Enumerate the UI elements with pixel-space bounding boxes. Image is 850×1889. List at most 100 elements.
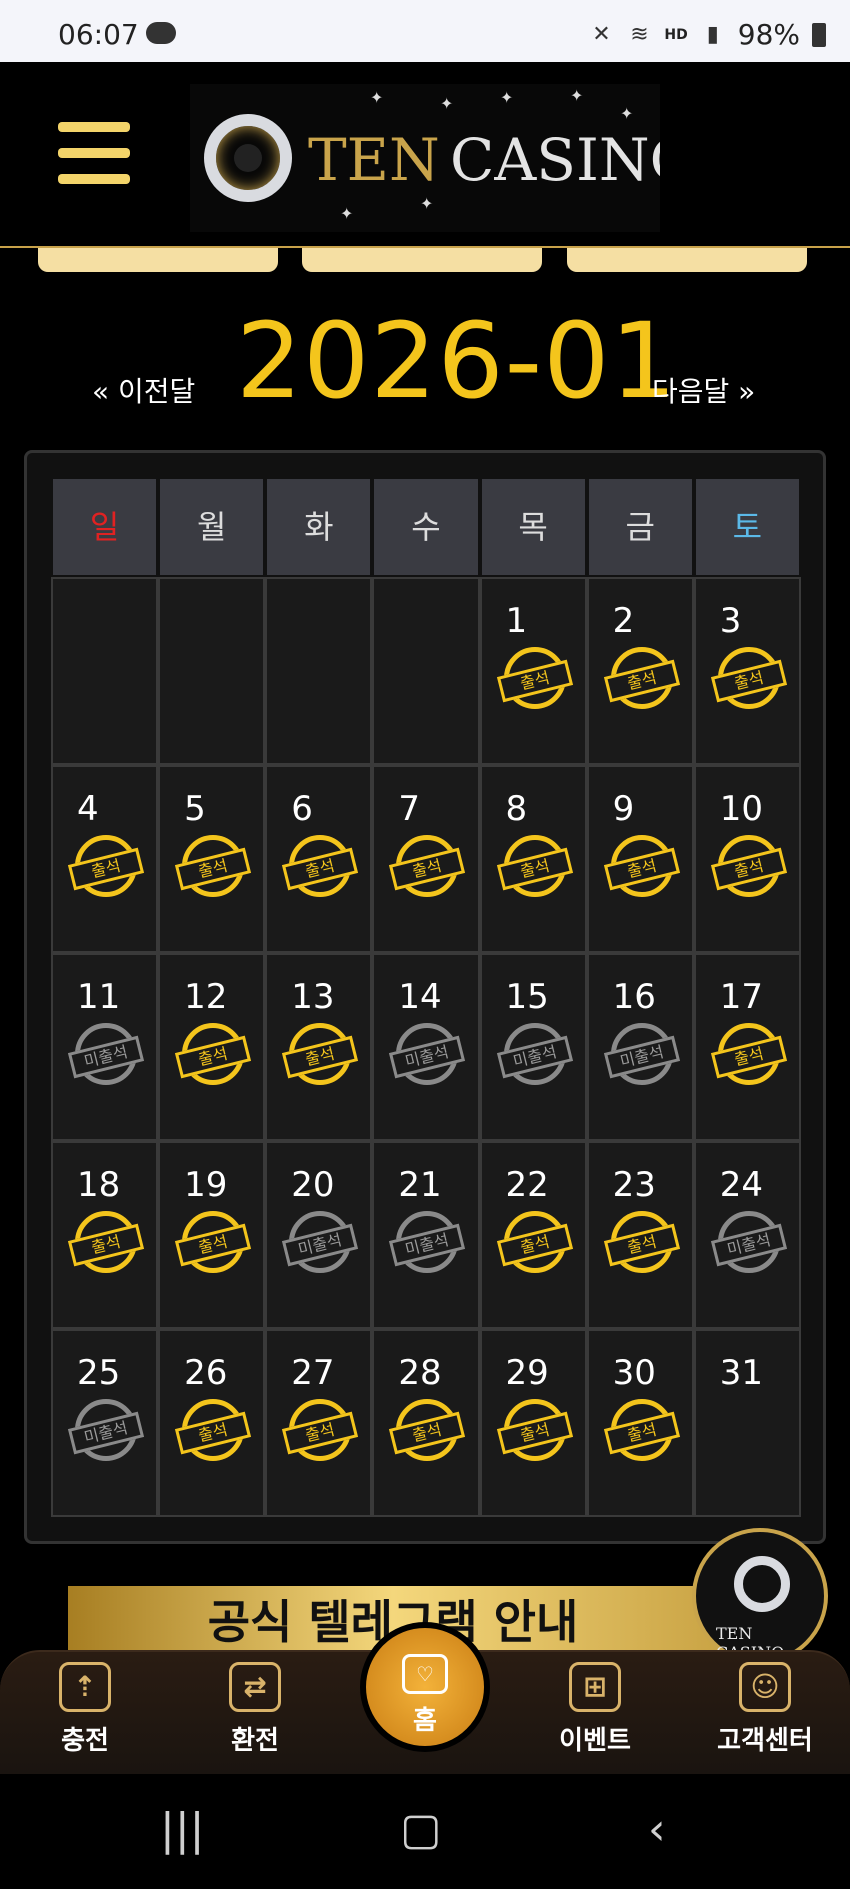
calendar-day-number: 27 bbox=[291, 1353, 335, 1393]
tab-button-3[interactable] bbox=[567, 248, 807, 272]
weekday-tue: 화 bbox=[265, 477, 373, 577]
calendar-day-number: 19 bbox=[184, 1165, 228, 1205]
back-icon[interactable]: ‹ bbox=[648, 1804, 666, 1855]
stamp-label: 미출석 bbox=[67, 1035, 145, 1079]
nav-exchange-label: 환전 bbox=[231, 1726, 279, 1756]
calendar-day-cell: 8 출석 bbox=[479, 765, 587, 953]
nav-home-button[interactable]: ♡ 홈 bbox=[360, 1622, 490, 1752]
present-stamp-icon: 출석 bbox=[175, 835, 252, 897]
absent-stamp-icon: 미출석 bbox=[603, 1023, 680, 1085]
calendar-day-cell: 15 미출석 bbox=[479, 953, 587, 1141]
calendar-day-cell: 20 미출석 bbox=[265, 1141, 373, 1329]
logo-text-casino: CASINO bbox=[450, 126, 660, 194]
calendar-day-number: 15 bbox=[505, 977, 549, 1017]
stamp-label: 출석 bbox=[710, 847, 787, 891]
status-time: 06:07 bbox=[58, 18, 139, 51]
weekday-sun: 일 bbox=[51, 477, 159, 577]
menu-icon[interactable] bbox=[58, 122, 130, 184]
stamp-label: 출석 bbox=[496, 847, 573, 891]
cloud-icon bbox=[146, 22, 176, 44]
stamp-label: 미출석 bbox=[603, 1035, 680, 1079]
calendar-day-cell bbox=[372, 577, 480, 765]
current-month: 2026-01 bbox=[236, 300, 678, 422]
calendar-day-cell bbox=[158, 577, 266, 765]
present-stamp-icon: 출석 bbox=[603, 1211, 680, 1273]
calendar-day-number: 14 bbox=[398, 977, 442, 1017]
calendar-day-cell: 5 출석 bbox=[158, 765, 266, 953]
sparkle-icon: ✦ bbox=[340, 204, 354, 223]
calendar-week-row: 25 미출석 26 출석 27 출석 28 출석 29 출석 30 출석 31 bbox=[51, 1329, 801, 1517]
calendar-day-cell: 6 출석 bbox=[265, 765, 373, 953]
calendar-day-cell: 24 미출석 bbox=[693, 1141, 801, 1329]
status-right: ✕ ≋ HD ▮ 98% bbox=[588, 18, 826, 51]
mute-icon: ✕ bbox=[592, 21, 611, 47]
stamp-label: 출석 bbox=[603, 1411, 680, 1455]
nav-event[interactable]: ⊞ 이벤트 bbox=[535, 1662, 655, 1757]
calendar-day-number: 4 bbox=[77, 789, 99, 829]
calendar-day-cell: 2 출석 bbox=[586, 577, 694, 765]
stamp-label: 출석 bbox=[496, 659, 573, 703]
floating-logo-button[interactable]: TEN CASINO bbox=[692, 1528, 828, 1664]
stamp-label: 출석 bbox=[603, 659, 680, 703]
stamp-label: 출석 bbox=[496, 1411, 573, 1455]
calendar-week-row: 1 출석 2 출석 3 출석 bbox=[51, 577, 801, 765]
calendar-day-number: 22 bbox=[505, 1165, 549, 1205]
present-stamp-icon: 출석 bbox=[389, 1399, 466, 1461]
present-stamp-icon: 출석 bbox=[710, 835, 787, 897]
present-stamp-icon: 출석 bbox=[710, 1023, 787, 1085]
calendar-day-number: 8 bbox=[505, 789, 528, 829]
present-stamp-icon: 출석 bbox=[496, 835, 573, 897]
sparkle-icon: ✦ bbox=[620, 104, 634, 123]
month-nav: « 이전달 2026-01 다음달 » bbox=[0, 300, 850, 422]
ten-casino-logo[interactable]: TEN CASINO ✦ ✦ ✦ ✦ ✦ ✦ ✦ bbox=[190, 84, 660, 232]
absent-stamp-icon: 미출석 bbox=[67, 1023, 145, 1085]
stamp-label: 출석 bbox=[67, 847, 145, 891]
stamp-label: 출석 bbox=[67, 1223, 145, 1267]
home-icon: ♡ bbox=[402, 1654, 448, 1694]
absent-stamp-icon: 미출석 bbox=[389, 1023, 466, 1085]
present-stamp-icon: 출석 bbox=[282, 1023, 359, 1085]
calendar-day-cell: 21 미출석 bbox=[372, 1141, 480, 1329]
present-stamp-icon: 출석 bbox=[496, 1399, 573, 1461]
prev-month-link[interactable]: « 이전달 bbox=[92, 370, 195, 410]
stamp-label: 미출석 bbox=[67, 1411, 145, 1455]
recent-apps-icon[interactable]: ||| bbox=[160, 1804, 204, 1855]
present-stamp-icon: 출석 bbox=[603, 1399, 680, 1461]
calendar-day-cell: 16 미출석 bbox=[586, 953, 694, 1141]
stamp-label: 출석 bbox=[282, 847, 359, 891]
calendar-day-number: 29 bbox=[505, 1353, 549, 1393]
home-system-icon[interactable]: ▢ bbox=[400, 1804, 442, 1855]
calendar-day-cell: 23 출석 bbox=[586, 1141, 694, 1329]
nav-exchange[interactable]: ⇄ 환전 bbox=[195, 1662, 315, 1757]
calendar-week-row: 4 출석 5 출석 6 출석 7 출석 8 출석 9 출석 10 출석 bbox=[51, 765, 801, 953]
stamp-label: 출석 bbox=[389, 1411, 466, 1455]
nav-support[interactable]: ☺ 고객센터 bbox=[705, 1662, 825, 1757]
tab-button-2[interactable] bbox=[302, 248, 542, 272]
calendar-grid: 일 월 화 수 목 금 토 1 출석 2 출석 3 출석 4 출석 5 출석 6 출석 7 출석 8 출석 9 출… bbox=[51, 477, 801, 1517]
weekday-wed: 수 bbox=[372, 477, 480, 577]
next-month-link[interactable]: 다음달 » bbox=[652, 370, 755, 410]
charge-icon: ⇡ bbox=[59, 1662, 111, 1712]
battery-text: 98% bbox=[737, 18, 800, 51]
calendar-day-cell: 1 출석 bbox=[479, 577, 587, 765]
calendar-day-number: 20 bbox=[291, 1165, 335, 1205]
present-stamp-icon: 출석 bbox=[710, 647, 787, 709]
stamp-label: 출석 bbox=[603, 1223, 680, 1267]
stamp-label: 출석 bbox=[175, 1411, 252, 1455]
tab-button-1[interactable] bbox=[38, 248, 278, 272]
nav-event-label: 이벤트 bbox=[559, 1726, 631, 1756]
stamp-label: 출석 bbox=[175, 1223, 252, 1267]
stamp-label: 미출석 bbox=[389, 1223, 466, 1267]
present-stamp-icon: 출석 bbox=[282, 835, 359, 897]
calendar-day-number: 24 bbox=[719, 1165, 764, 1205]
calendar-day-number: 31 bbox=[719, 1353, 764, 1393]
sparkle-icon: ✦ bbox=[570, 86, 584, 105]
calendar-day-cell: 28 출석 bbox=[372, 1329, 480, 1517]
calendar-day-cell: 12 출석 bbox=[158, 953, 266, 1141]
sparkle-icon: ✦ bbox=[440, 94, 454, 113]
stamp-label: 출석 bbox=[389, 847, 466, 891]
nav-charge[interactable]: ⇡ 충전 bbox=[25, 1662, 145, 1757]
calendar-day-cell: 3 출석 bbox=[693, 577, 801, 765]
calendar-day-cell: 27 출석 bbox=[265, 1329, 373, 1517]
weekday-fri: 금 bbox=[586, 477, 694, 577]
